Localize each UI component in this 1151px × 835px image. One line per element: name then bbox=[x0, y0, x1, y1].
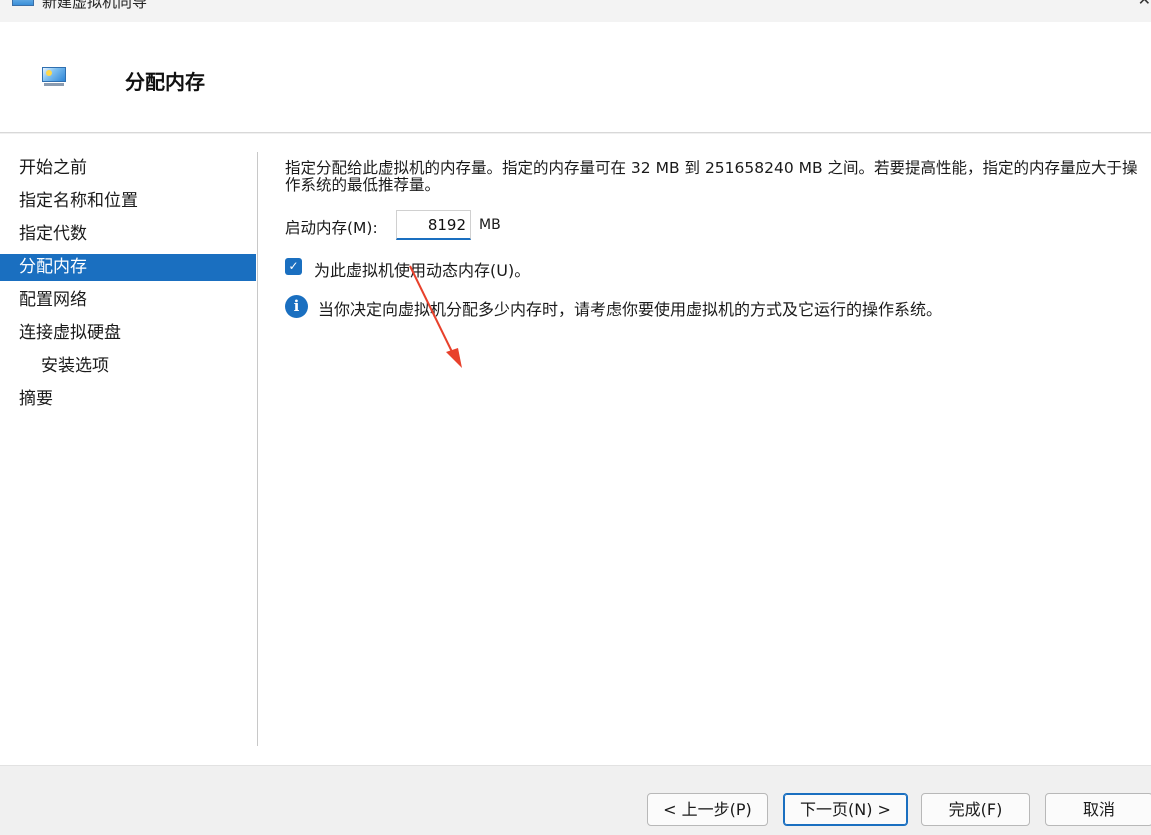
sidebar-item-generation[interactable]: 指定代数 bbox=[0, 218, 256, 251]
sidebar-item-summary[interactable]: 摘要 bbox=[0, 383, 256, 416]
sidebar-item-assign-memory[interactable]: 分配内存 bbox=[0, 254, 256, 281]
app-icon bbox=[12, 0, 34, 6]
dynamic-memory-checkbox[interactable]: ✓ bbox=[285, 258, 302, 275]
startup-memory-label: 启动内存(M): bbox=[285, 219, 378, 237]
page-title: 分配内存 bbox=[125, 70, 205, 94]
next-button[interactable]: 下一页(N) > bbox=[783, 793, 908, 826]
monitor-icon bbox=[42, 67, 66, 87]
finish-button[interactable]: 完成(F) bbox=[921, 793, 1030, 826]
memory-description: 指定分配给此虚拟机的内存量。指定的内存量可在 32 MB 到 251658240… bbox=[285, 159, 1138, 194]
dynamic-memory-row[interactable]: ✓ 为此虚拟机使用动态内存(U)。 bbox=[285, 256, 685, 280]
window-title: 新建虚拟机向导 bbox=[42, 0, 148, 11]
startup-memory-row: 启动内存(M): MB bbox=[285, 210, 685, 240]
wizard-header: 分配内存 bbox=[0, 22, 1151, 133]
wizard-steps-sidebar: 开始之前 指定名称和位置 指定代数 分配内存 配置网络 连接虚拟硬盘 安装选项 … bbox=[0, 152, 256, 416]
sidebar-item-install-options[interactable]: 安装选项 bbox=[0, 350, 256, 383]
close-icon[interactable]: ✕ bbox=[1138, 0, 1151, 9]
info-icon: i bbox=[285, 295, 308, 318]
memory-unit-label: MB bbox=[479, 217, 501, 233]
cancel-button[interactable]: 取消 bbox=[1045, 793, 1151, 826]
back-button[interactable]: < 上一步(P) bbox=[647, 793, 768, 826]
annotation-arrow-icon bbox=[409, 265, 462, 368]
startup-memory-input[interactable] bbox=[396, 210, 471, 240]
sidebar-item-configure-network[interactable]: 配置网络 bbox=[0, 284, 256, 317]
sidebar-item-connect-disk[interactable]: 连接虚拟硬盘 bbox=[0, 317, 256, 350]
sidebar-item-name-location[interactable]: 指定名称和位置 bbox=[0, 185, 256, 218]
wizard-content: 开始之前 指定名称和位置 指定代数 分配内存 配置网络 连接虚拟硬盘 安装选项 … bbox=[0, 134, 1151, 765]
sidebar-item-before-you-begin[interactable]: 开始之前 bbox=[0, 152, 256, 185]
wizard-footer: < 上一步(P) 下一页(N) > 完成(F) 取消 bbox=[0, 765, 1151, 835]
title-bar: 新建虚拟机向导 ✕ bbox=[0, 0, 1151, 22]
sidebar-divider bbox=[257, 152, 258, 746]
memory-panel: 指定分配给此虚拟机的内存量。指定的内存量可在 32 MB 到 251658240… bbox=[285, 159, 1145, 319]
